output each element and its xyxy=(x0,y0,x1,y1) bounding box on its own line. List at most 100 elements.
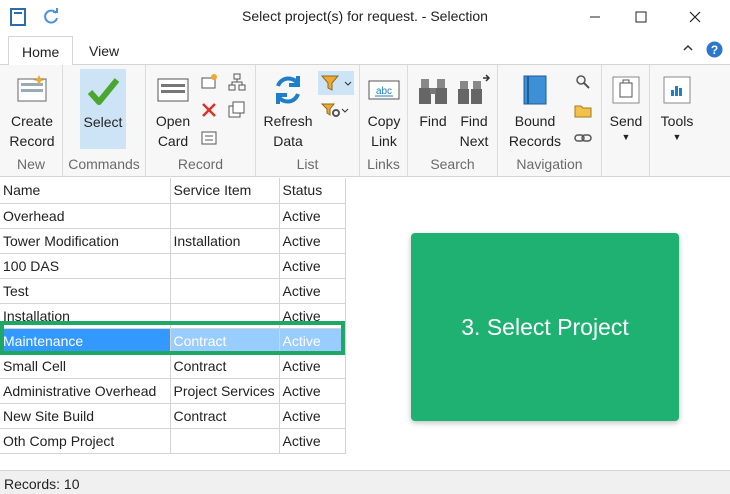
group-send: Send ▼ xyxy=(602,65,650,177)
cell-name[interactable]: Installation xyxy=(0,303,171,329)
table-row[interactable]: Small Cell Contract Active xyxy=(0,353,346,379)
svg-text:abc: abc xyxy=(376,86,392,97)
find-button[interactable]: Find xyxy=(414,69,452,131)
table-row[interactable]: 100 DAS Active xyxy=(0,253,346,279)
group-label-navigation: Navigation xyxy=(516,156,583,172)
cell-service-item[interactable]: Project Services xyxy=(170,378,280,404)
group-label-commands: Commands xyxy=(68,156,140,172)
grid-header-row: Name Service Item Status xyxy=(0,178,346,204)
group-label-search: Search xyxy=(430,156,475,172)
cell-service-item[interactable]: Contract xyxy=(170,328,280,354)
minimize-button[interactable] xyxy=(572,0,618,33)
create-record-button[interactable]: Create Record xyxy=(4,69,60,151)
cell-service-item[interactable] xyxy=(170,278,280,304)
folder-icon[interactable] xyxy=(574,101,592,119)
group-label-record: Record xyxy=(177,156,224,172)
chain-link-icon[interactable] xyxy=(574,129,592,147)
tab-view[interactable]: View xyxy=(76,36,132,65)
dropdown-arrow-icon: ▼ xyxy=(621,132,631,142)
instruction-callout: 3. Select Project xyxy=(411,233,679,421)
refresh-data-button[interactable]: Refresh Data xyxy=(260,69,316,151)
cell-status[interactable]: Active xyxy=(279,278,346,304)
table-row[interactable]: Tower Modification Installation Active xyxy=(0,228,346,254)
send-icon xyxy=(609,73,643,107)
cell-name[interactable]: Administrative Overhead xyxy=(0,378,171,404)
cell-status[interactable]: Active xyxy=(279,403,346,429)
cell-service-item[interactable]: Contract xyxy=(170,353,280,379)
cell-service-item[interactable] xyxy=(170,428,280,454)
create-record-icon xyxy=(15,73,49,107)
cell-status[interactable]: Active xyxy=(279,303,346,329)
hierarchy-icon[interactable] xyxy=(228,73,246,91)
tools-icon xyxy=(660,73,694,107)
group-list: Refresh Data List xyxy=(256,65,360,177)
cell-service-item[interactable] xyxy=(170,253,280,279)
tab-home[interactable]: Home xyxy=(8,36,74,66)
close-icon xyxy=(689,11,701,22)
cell-status[interactable]: Active xyxy=(279,253,346,279)
filter-settings-icon[interactable] xyxy=(320,101,350,119)
tools-button[interactable]: Tools ▼ xyxy=(656,69,698,143)
cell-name[interactable]: Tower Modification xyxy=(0,228,171,254)
cell-status[interactable]: Active xyxy=(279,353,346,379)
table-row[interactable]: Overhead Active xyxy=(0,203,346,229)
cell-name[interactable]: Test xyxy=(0,278,171,304)
cell-status[interactable]: Active xyxy=(279,428,346,454)
copy-link-button[interactable]: abc Copy Link xyxy=(364,69,404,151)
list-icon[interactable] xyxy=(200,129,218,147)
cell-service-item[interactable] xyxy=(170,203,280,229)
binoculars-icon xyxy=(416,73,450,107)
cell-name[interactable]: Oth Comp Project xyxy=(0,428,171,454)
link-icon: abc xyxy=(367,73,401,107)
group-new: Create Record New xyxy=(0,65,63,177)
cell-status[interactable]: Active xyxy=(279,328,346,354)
select-button[interactable]: Select xyxy=(80,69,126,149)
project-grid: Name Service Item Status Overhead Active T… xyxy=(0,178,346,454)
table-row[interactable]: New Site Build Contract Active xyxy=(0,403,346,429)
cell-name[interactable]: Overhead xyxy=(0,203,171,229)
help-icon[interactable]: ? xyxy=(706,41,723,61)
ribbon-tabs: Home View ? xyxy=(0,36,730,66)
collapse-ribbon-icon[interactable] xyxy=(682,41,694,58)
cell-status[interactable]: Active xyxy=(279,203,346,229)
close-button[interactable] xyxy=(672,0,718,33)
maximize-button[interactable] xyxy=(618,0,664,33)
filter-dropdown[interactable] xyxy=(318,71,354,95)
group-commands: Select Commands xyxy=(63,65,146,177)
cell-status[interactable]: Active xyxy=(279,378,346,404)
cell-name[interactable]: New Site Build xyxy=(0,403,171,429)
column-header-status[interactable]: Status xyxy=(279,178,346,204)
group-tools: Tools ▼ xyxy=(650,65,704,177)
group-label-links: Links xyxy=(367,156,400,172)
cell-service-item[interactable] xyxy=(170,303,280,329)
binoculars-next-icon xyxy=(457,73,491,107)
find-next-button[interactable]: Find Next xyxy=(454,69,494,151)
table-row[interactable]: Test Active xyxy=(0,278,346,304)
search-records-icon[interactable] xyxy=(574,73,592,91)
delete-icon[interactable] xyxy=(200,101,218,119)
column-header-name[interactable]: Name xyxy=(0,178,171,204)
card-icon xyxy=(156,73,190,107)
copy-icon[interactable] xyxy=(228,101,246,119)
checkmark-icon xyxy=(86,74,120,108)
cell-name[interactable]: 100 DAS xyxy=(0,253,171,279)
cell-name[interactable]: Small Cell xyxy=(0,353,171,379)
maximize-icon xyxy=(635,11,647,22)
column-header-service-item[interactable]: Service Item xyxy=(170,178,280,204)
table-row[interactable]: Administrative Overhead Project Services A… xyxy=(0,378,346,404)
open-card-button[interactable]: Open Card xyxy=(150,69,196,151)
title-bar: Select project(s) for request. - Selecti… xyxy=(0,0,730,33)
table-row[interactable]: Installation Active xyxy=(0,303,346,329)
cell-service-item[interactable]: Installation xyxy=(170,228,280,254)
send-button[interactable]: Send ▼ xyxy=(606,69,646,143)
group-navigation: Bound Records Navigation xyxy=(498,65,602,177)
new-card-icon[interactable] xyxy=(200,73,218,91)
cell-service-item[interactable]: Contract xyxy=(170,403,280,429)
cell-status[interactable]: Active xyxy=(279,228,346,254)
table-row[interactable]: Oth Comp Project Active xyxy=(0,428,346,454)
dropdown-arrow-icon: ▼ xyxy=(672,132,682,142)
cell-name[interactable]: Maintenance xyxy=(0,328,171,354)
bound-records-button[interactable]: Bound Records xyxy=(502,69,568,151)
refresh-data-icon xyxy=(271,73,305,107)
table-row[interactable]: Maintenance Contract Active xyxy=(0,328,346,354)
